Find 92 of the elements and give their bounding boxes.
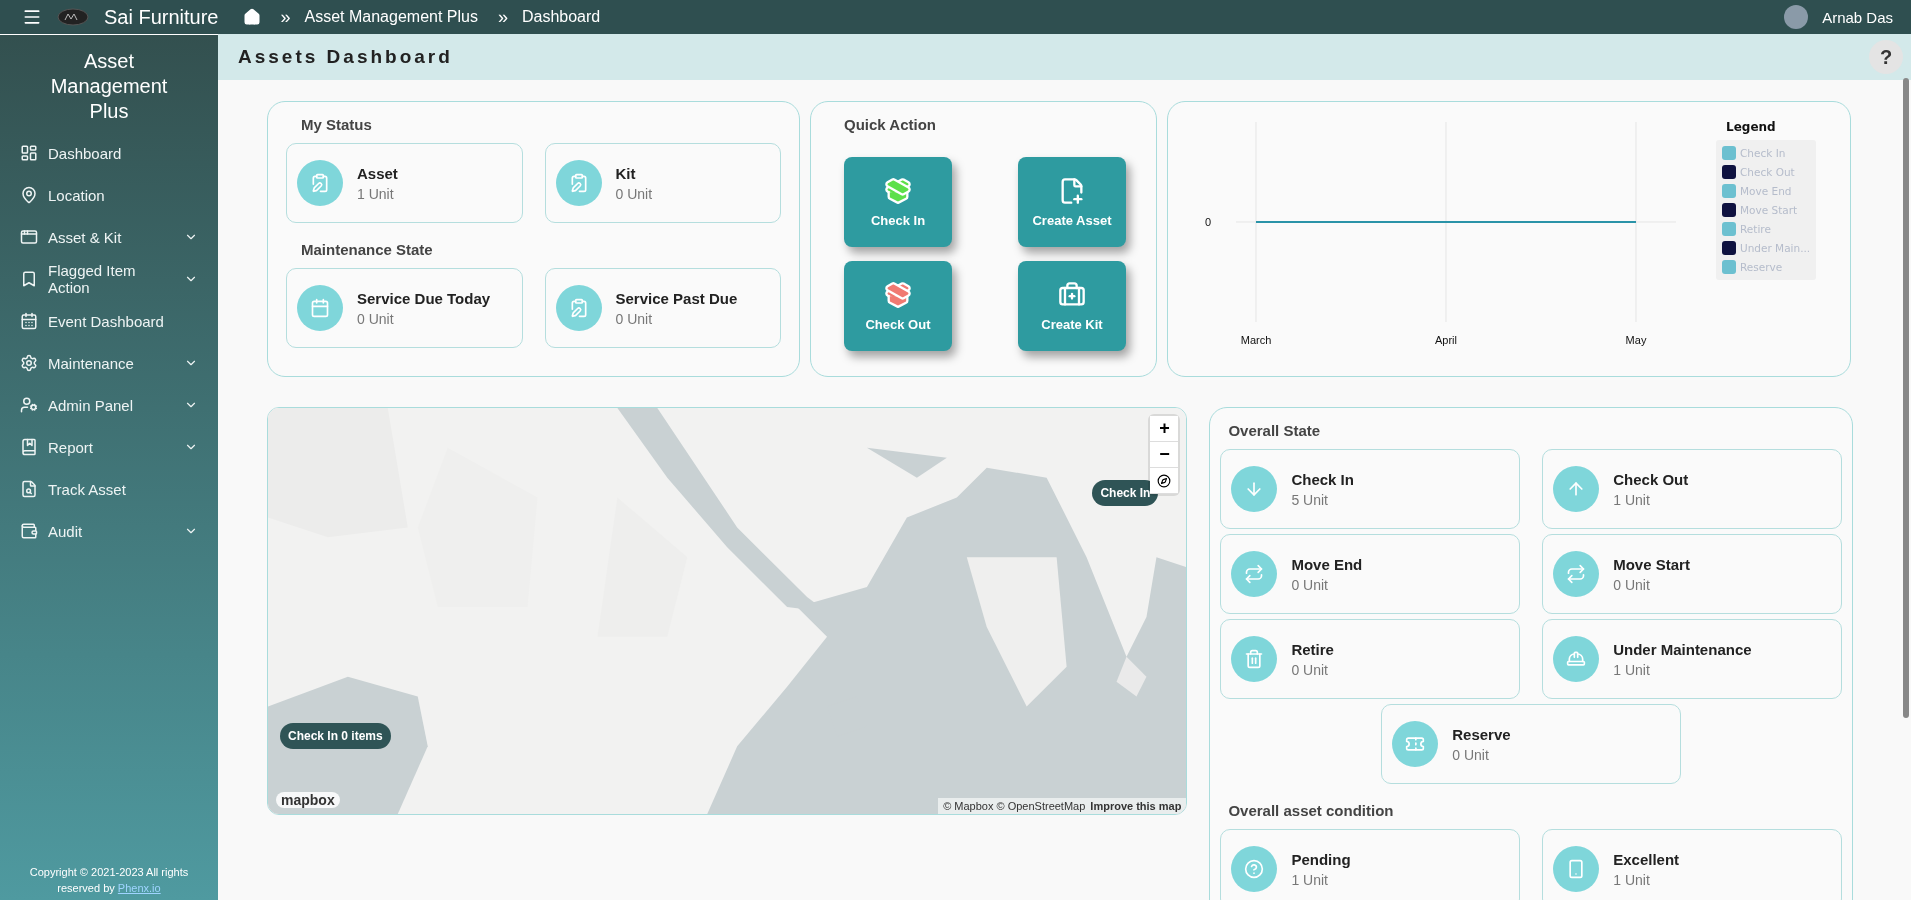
zoom-in-button[interactable]: +	[1150, 416, 1179, 442]
bookmark-icon	[20, 270, 38, 288]
brand-name: Sai Furniture	[104, 5, 219, 29]
menu-icon[interactable]	[22, 7, 42, 27]
document-search-icon	[20, 480, 38, 498]
ticket-icon	[1405, 734, 1426, 754]
axis-tick-label: April	[1435, 334, 1457, 346]
tile-label: Pending	[1291, 850, 1351, 868]
settings-icon	[20, 354, 38, 372]
map-logo[interactable]: mapbox	[276, 792, 340, 808]
breadcrumb-item[interactable]: Dashboard	[521, 8, 601, 26]
dashboard-icon	[20, 144, 38, 162]
section-title: Overall asset condition	[1227, 801, 1395, 821]
home-icon[interactable]	[242, 8, 261, 26]
tile-label: Reserve	[1452, 725, 1511, 743]
axis-tick-label: May	[1625, 334, 1647, 346]
tile-value: 0 Unit	[615, 310, 654, 327]
scrollbar[interactable]	[1903, 78, 1909, 718]
attribution-text: © Mapbox © OpenStreetMap	[943, 800, 1086, 812]
sidebar-item[interactable]: Flagged Item Action	[0, 258, 218, 300]
tile-label: Check Out	[1613, 470, 1689, 488]
improve-map-link[interactable]: Improve this map	[1090, 800, 1182, 812]
sidebar-item[interactable]: Admin Panel	[0, 384, 218, 426]
hard-hat-icon	[1566, 649, 1587, 669]
clipboard-icon	[310, 173, 330, 193]
quick-action-button[interactable]: Check In	[844, 157, 952, 247]
tile-value: 1 Unit	[357, 185, 395, 202]
axis-tick-label: March	[1240, 334, 1272, 346]
book-icon	[20, 438, 38, 456]
sidebar-item[interactable]: Asset & Kit	[0, 216, 218, 258]
tile-value: 1 Unit	[1291, 871, 1329, 888]
tile-label: Service Past Due	[615, 289, 738, 307]
user-avatar[interactable]	[1784, 5, 1809, 29]
calendar-icon	[310, 298, 330, 318]
tile-value: 0 Unit	[1613, 576, 1651, 593]
page-title: Assets Dashboard	[238, 46, 453, 68]
tile-label: Asset	[357, 164, 398, 182]
tile-value: 0 Unit	[1452, 746, 1490, 763]
tile-label: Service Due Today	[357, 289, 491, 307]
copyright-text: Copyright © 2021-2023 All rights reserved by Phenx.io	[28, 865, 190, 896]
question-icon	[1244, 859, 1265, 879]
section-title: Maintenance State	[300, 240, 434, 260]
box-out-icon	[884, 280, 912, 309]
quick-action-button[interactable]: Create Kit	[1018, 261, 1126, 351]
compass-icon	[1157, 473, 1172, 488]
tile-value: 5 Unit	[1291, 491, 1329, 508]
calendar-icon	[20, 312, 38, 330]
quick-action-button[interactable]: Check Out	[844, 261, 952, 351]
tile-value: 1 Unit	[1613, 491, 1651, 508]
sidebar-item[interactable]: Maintenance	[0, 342, 218, 384]
user-name[interactable]: Arnab Das	[1822, 8, 1893, 26]
section-title: Overall State	[1227, 421, 1322, 441]
tile-value: 1 Unit	[1613, 871, 1651, 888]
repeat-icon	[1566, 564, 1587, 584]
legend-title: Legend	[1725, 120, 1777, 134]
breadcrumb-separator: »	[497, 6, 508, 28]
sidebar-title: Asset Management Plus	[49, 49, 169, 124]
sidebar-item[interactable]: Location	[0, 174, 218, 216]
section-title: My Status	[300, 115, 373, 135]
first-aid-kit-icon	[1058, 280, 1086, 309]
user-gear-icon	[20, 396, 38, 414]
tile-value: 1 Unit	[1613, 661, 1651, 678]
location-pin-icon	[20, 186, 38, 204]
sidebar-item[interactable]: Report	[0, 426, 218, 468]
tile-label: Excellent	[1613, 850, 1680, 868]
tile-value: 0 Unit	[1291, 661, 1329, 678]
sidebar-item[interactable]: Dashboard	[0, 132, 218, 174]
tile-value: 0 Unit	[1291, 576, 1329, 593]
trash-icon	[1244, 649, 1265, 669]
tile-label: Move Start	[1613, 555, 1690, 573]
tile-label: Kit	[615, 164, 637, 182]
axis-tick-label: 0	[1204, 216, 1211, 228]
box-in-icon	[884, 176, 912, 205]
tile-value: 0 Unit	[357, 310, 395, 327]
sidebar-item[interactable]: Event Dashboard	[0, 300, 218, 342]
tile-label: Check In	[1291, 470, 1354, 488]
breadcrumb-item[interactable]: Asset Management Plus	[304, 8, 478, 26]
map-marker-label[interactable]: Check In 0 items	[280, 723, 391, 749]
logo-icon	[56, 7, 90, 27]
tile-label: Retire	[1291, 640, 1334, 658]
sidebar-item[interactable]: Track Asset	[0, 468, 218, 510]
tile-label: Under Maintenance	[1613, 640, 1752, 658]
section-title: Quick Action	[843, 115, 937, 135]
tile-label: Move End	[1291, 555, 1363, 573]
map[interactable]: Check In 0 items Check In + − mapbox © Mapbox © OpenStreetMap Improve this map	[267, 407, 1188, 815]
breadcrumb-separator: »	[280, 6, 291, 28]
sidebar-item[interactable]: Audit	[0, 510, 218, 552]
quick-action-button[interactable]: Create Asset	[1018, 157, 1126, 247]
window-icon	[20, 228, 38, 246]
repeat-icon	[1244, 564, 1265, 584]
tile-value: 0 Unit	[615, 185, 653, 202]
wallet-icon	[20, 522, 38, 540]
